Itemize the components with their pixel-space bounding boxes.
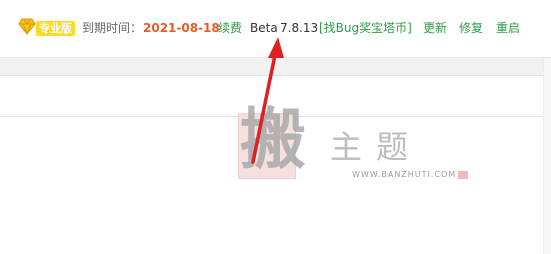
repair-link[interactable]: 修复 bbox=[459, 20, 483, 37]
update-link[interactable]: 更新 bbox=[423, 20, 447, 37]
renew-link[interactable]: 续费 bbox=[218, 20, 242, 37]
diamond-icon bbox=[18, 18, 36, 35]
restart-link[interactable]: 重启 bbox=[496, 20, 520, 37]
edition-badge: 专业版 bbox=[36, 21, 75, 36]
version-number: 7.8.13 bbox=[280, 21, 319, 35]
watermark-dot bbox=[458, 171, 468, 179]
beta-label: Beta bbox=[250, 21, 278, 35]
content-header-band bbox=[0, 58, 551, 76]
expire-label: 到期时间： bbox=[82, 21, 143, 35]
watermark-title: 主题 bbox=[330, 128, 423, 166]
bug-bounty-link[interactable]: [找Bug奖宝塔币] bbox=[319, 20, 412, 37]
watermark-url: WWW.BANZHUTI.COM bbox=[352, 170, 457, 179]
status-bar: 专业版 到期时间： 2021-08-18 续费 Beta 7.8.13 [找Bu… bbox=[0, 0, 551, 58]
right-scroll-edge bbox=[543, 58, 551, 254]
watermark-big-char: 搬 bbox=[240, 100, 306, 178]
expire-date: 2021-08-18 bbox=[143, 21, 220, 35]
